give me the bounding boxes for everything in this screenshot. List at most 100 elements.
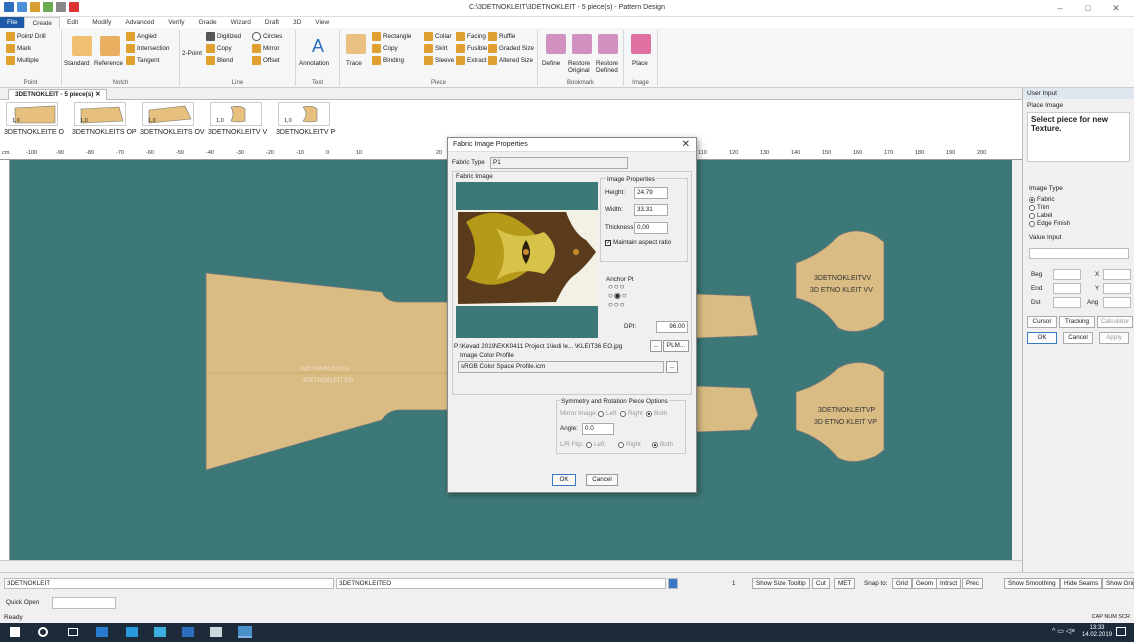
- value-input-field[interactable]: [1029, 248, 1129, 259]
- radio-fabric[interactable]: Fabric: [1029, 196, 1134, 203]
- close-tab-icon[interactable]: ✕: [95, 91, 100, 98]
- snap-grid-button[interactable]: Grid: [892, 578, 912, 589]
- browse-button[interactable]: ...: [650, 340, 662, 352]
- panel-cancel-button[interactable]: Cancel: [1063, 332, 1093, 344]
- collar-button[interactable]: Collar: [424, 32, 451, 41]
- windows-start-icon[interactable]: [10, 627, 20, 637]
- binding-button[interactable]: Binding: [372, 56, 404, 65]
- tab-advanced[interactable]: Advanced: [118, 17, 161, 28]
- tab-grade[interactable]: Grade: [192, 17, 224, 28]
- standard-notch-button[interactable]: Standard: [64, 60, 90, 67]
- tracking-button[interactable]: Tracking: [1059, 316, 1095, 328]
- cursor-button[interactable]: Cursor: [1027, 316, 1057, 328]
- restore-original-button[interactable]: Restore Original: [568, 60, 596, 74]
- status-piece-code[interactable]: 3DETNOKLEITEO: [336, 578, 666, 589]
- dialog-cancel-button[interactable]: Cancel: [586, 474, 618, 486]
- trace-button[interactable]: Trace: [346, 60, 362, 67]
- angle-input[interactable]: 0.0: [582, 423, 614, 435]
- minimize-button[interactable]: –: [1046, 1, 1074, 15]
- status-piece-name[interactable]: 3DETNOKLEIT: [4, 578, 334, 589]
- calculator-button[interactable]: Calculator: [1097, 316, 1133, 328]
- color-profile-browse-button[interactable]: ...: [666, 361, 678, 373]
- ang-field[interactable]: [1103, 297, 1131, 308]
- tab-edit[interactable]: Edit: [60, 17, 85, 28]
- show-smoothing-button[interactable]: Show Smoothing: [1004, 578, 1060, 589]
- circles-button[interactable]: Circles: [252, 32, 282, 41]
- panel-apply-button[interactable]: Apply: [1099, 332, 1129, 344]
- tab-wizard[interactable]: Wizard: [224, 17, 258, 28]
- flip-left-radio[interactable]: Left: [586, 441, 605, 448]
- document-tab[interactable]: 3DETNOKLEIT - 5 piece(s) ✕: [8, 89, 108, 100]
- tab-3d[interactable]: 3D: [286, 17, 308, 28]
- clock[interactable]: 13:33 14.02.2019: [1082, 625, 1112, 639]
- y-field[interactable]: [1103, 283, 1131, 294]
- blend-button[interactable]: Blend: [206, 56, 233, 65]
- end-field[interactable]: [1053, 283, 1081, 294]
- flip-right-radio[interactable]: Right: [618, 441, 641, 448]
- tab-verify[interactable]: Verify: [161, 17, 191, 28]
- reference-notch-button[interactable]: Reference: [94, 60, 123, 67]
- piece-name-4[interactable]: 3DETNOKLEITV V: [208, 129, 274, 137]
- met-button[interactable]: MET: [834, 578, 856, 589]
- show-size-tooltip-button[interactable]: Show Size Tooltip: [752, 578, 810, 589]
- task-view-icon[interactable]: [68, 628, 78, 636]
- skirt-button[interactable]: Skirt: [424, 44, 448, 53]
- angled-button[interactable]: Angled: [126, 32, 157, 41]
- piece-thumb-2[interactable]: 1,0: [70, 102, 130, 126]
- tab-file[interactable]: File: [0, 17, 25, 28]
- explorer-icon[interactable]: [96, 627, 108, 637]
- multiple-button[interactable]: Multiple: [6, 56, 39, 65]
- color-profile-field[interactable]: sRGB Color Space Profile.icm: [458, 361, 664, 373]
- mark-button[interactable]: Mark: [6, 44, 31, 53]
- vertical-scrollbar[interactable]: [1012, 160, 1022, 560]
- point-drill-button[interactable]: Point/ Drill: [6, 32, 46, 41]
- show-grid-button[interactable]: Show Grid: [1102, 578, 1134, 589]
- fabric-type-field[interactable]: P1: [490, 157, 628, 169]
- graded-size-button[interactable]: Graded Size: [488, 44, 534, 53]
- tangent-button[interactable]: Tangent: [126, 56, 159, 65]
- snap-geom-button[interactable]: Geom: [912, 578, 938, 589]
- store-icon[interactable]: [126, 627, 138, 637]
- thickness-input[interactable]: 0.00: [634, 222, 668, 234]
- offset-button[interactable]: Offset: [252, 56, 280, 65]
- hide-seams-button[interactable]: Hide Seams: [1060, 578, 1103, 589]
- two-point-button[interactable]: 2-Point: [182, 50, 202, 57]
- piece-thumb-4[interactable]: 1,0: [206, 102, 266, 126]
- piece-name-3[interactable]: 3DETNOKLEITS OV: [140, 129, 206, 137]
- width-input[interactable]: 33.31: [634, 204, 668, 216]
- extract-button[interactable]: Extract: [456, 56, 487, 65]
- mirror-left-radio[interactable]: Left: [598, 410, 617, 417]
- mirror-both-radio[interactable]: Both: [646, 410, 667, 417]
- mirror-button[interactable]: Mirror: [252, 44, 279, 53]
- notification-icon[interactable]: [1116, 627, 1126, 636]
- status-color-box[interactable]: [668, 578, 678, 589]
- tray-icons[interactable]: ^ ▭ ◁×: [1052, 627, 1075, 635]
- line-copy-button[interactable]: Copy: [206, 44, 232, 53]
- snap-intrsct-button[interactable]: Intrsct: [936, 578, 962, 589]
- place-button[interactable]: Place: [632, 60, 648, 67]
- piece-thumb-3[interactable]: 1,0: [138, 102, 198, 126]
- annotation-button[interactable]: Annotation: [299, 60, 329, 67]
- piece-name-1[interactable]: 3DETNOKLEITE O: [4, 129, 70, 137]
- dst-field[interactable]: [1053, 297, 1081, 308]
- digitized-button[interactable]: Digitized: [206, 32, 241, 41]
- facing-button[interactable]: Facing: [456, 32, 486, 41]
- plm-button[interactable]: PLM...: [663, 340, 689, 352]
- altered-size-button[interactable]: Altered Size: [488, 56, 533, 65]
- rectangle-button[interactable]: Rectangle: [372, 32, 411, 41]
- search-icon[interactable]: [38, 627, 48, 637]
- piece-name-2[interactable]: 3DETNOKLEITS OP: [72, 129, 138, 137]
- piece-thumb-1[interactable]: 1,0: [2, 102, 62, 126]
- close-button[interactable]: ✕: [1102, 1, 1130, 15]
- define-button[interactable]: Define: [542, 60, 560, 67]
- piece-thumb-5[interactable]: 1,0: [274, 102, 334, 126]
- cut-button[interactable]: Cut: [812, 578, 830, 589]
- tab-view[interactable]: View: [308, 17, 336, 28]
- anchor-point-grid[interactable]: ○○○ ○◉○ ○○○: [608, 282, 638, 312]
- flip-both-radio[interactable]: Both: [652, 441, 673, 448]
- quick-open-input[interactable]: [52, 597, 116, 609]
- pattern-design-icon[interactable]: [238, 626, 252, 638]
- maximize-button[interactable]: □: [1074, 1, 1102, 15]
- beg-field[interactable]: [1053, 269, 1081, 280]
- height-input[interactable]: 24.79: [634, 187, 668, 199]
